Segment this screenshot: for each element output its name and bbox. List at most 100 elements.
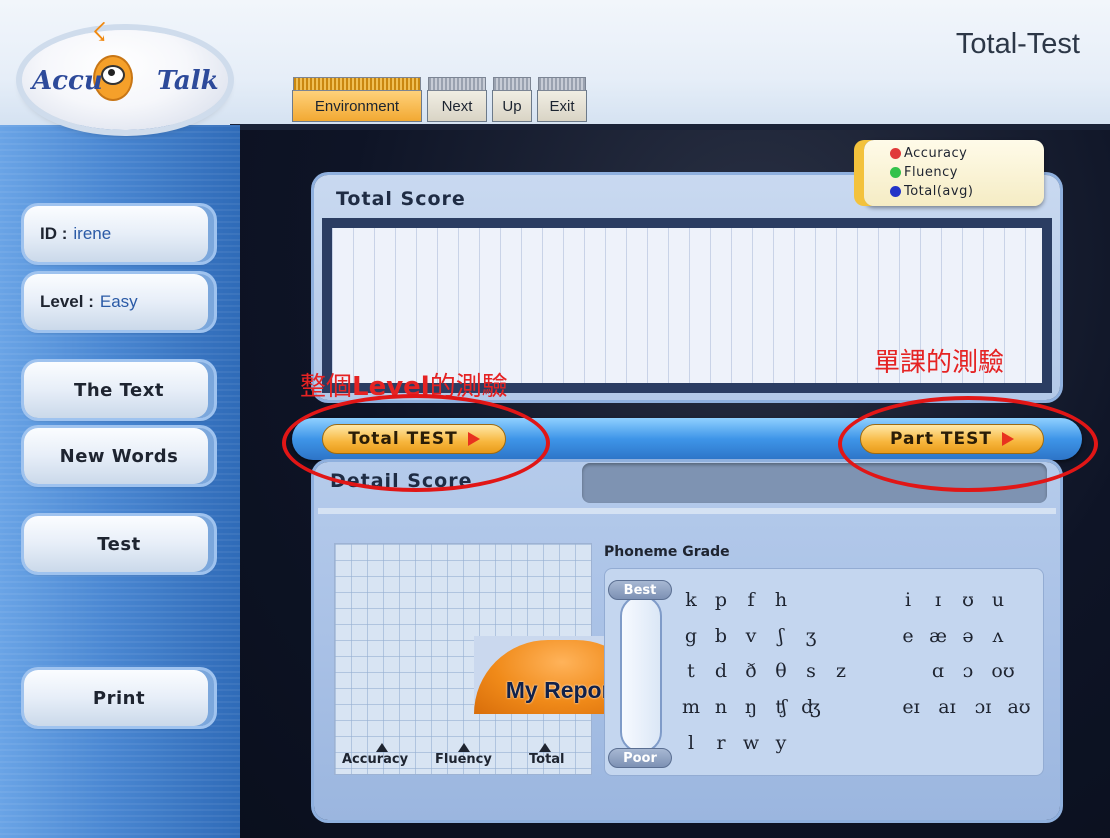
- phoneme-symbol[interactable]: y: [766, 732, 796, 754]
- phoneme-symbol[interactable]: θ: [766, 660, 796, 682]
- phoneme-symbol[interactable]: l: [676, 732, 706, 754]
- total-marker-icon: [539, 743, 551, 752]
- total-dot-icon: [890, 186, 901, 197]
- phoneme-symbol[interactable]: eɪ: [893, 696, 929, 718]
- axis-label-fluency: Fluency: [435, 752, 492, 767]
- fluency-marker-icon: [458, 743, 470, 752]
- consonant-row: tdðθsz: [676, 660, 856, 682]
- phoneme-symbol[interactable]: aɪ: [929, 696, 965, 718]
- phoneme-symbol[interactable]: s: [796, 660, 826, 682]
- menu-tab-environment[interactable]: Environment: [292, 77, 422, 122]
- total-score-heading: Total Score: [336, 188, 466, 210]
- logo-wordmark: Accu Talk: [32, 66, 219, 96]
- menu-tab-label: Environment: [314, 97, 400, 115]
- level-value: Easy: [99, 292, 138, 311]
- phoneme-symbol[interactable]: ʧ: [766, 696, 796, 718]
- phoneme-symbol[interactable]: z: [826, 660, 856, 682]
- phoneme-symbol[interactable]: ʌ: [983, 625, 1013, 647]
- phoneme-symbol[interactable]: m: [676, 696, 706, 718]
- annotation-circle-part: [838, 396, 1098, 492]
- annotation-single-lesson: 單課的測驗: [874, 348, 1005, 378]
- legend-total: Total(avg): [890, 184, 973, 199]
- phoneme-symbol[interactable]: e: [893, 625, 923, 647]
- axis-label-total: Total: [529, 752, 565, 767]
- legend-label: Accuracy: [904, 146, 968, 161]
- consonant-row: kpfh: [676, 589, 796, 611]
- grade-poor-tag: Poor: [608, 748, 672, 768]
- phoneme-symbol[interactable]: ʤ: [796, 696, 826, 718]
- phoneme-grade-heading: Phoneme Grade: [604, 544, 730, 560]
- print-button[interactable]: Print: [24, 670, 214, 726]
- page-title: Total-Test: [955, 28, 1080, 60]
- menu-tab-up[interactable]: Up: [492, 77, 532, 122]
- menu-tab-next[interactable]: Next: [427, 77, 487, 122]
- phoneme-symbol[interactable]: u: [983, 589, 1013, 611]
- phoneme-symbol[interactable]: ʊ: [953, 589, 983, 611]
- phoneme-symbol[interactable]: ʃ: [766, 625, 796, 647]
- new-words-label: New Words: [59, 445, 179, 467]
- annotation-text: 整個: [300, 372, 353, 402]
- phoneme-symbol[interactable]: ɪ: [923, 589, 953, 611]
- phoneme-symbol[interactable]: p: [706, 589, 736, 611]
- phoneme-symbol[interactable]: oʊ: [983, 660, 1023, 682]
- menu-tab-label: Exit: [549, 97, 575, 115]
- test-button[interactable]: Test: [24, 516, 214, 572]
- phoneme-symbol[interactable]: aʊ: [1001, 696, 1037, 718]
- new-words-button[interactable]: New Words: [24, 428, 214, 484]
- phoneme-symbol[interactable]: d: [706, 660, 736, 682]
- axis-label-accuracy: Accuracy: [342, 752, 409, 767]
- id-key: ID :: [40, 224, 68, 243]
- consonant-row: lrwy: [676, 732, 796, 754]
- my-report-label: My Report: [505, 677, 619, 703]
- grade-scale: [620, 595, 662, 753]
- the-text-button[interactable]: The Text: [24, 362, 214, 418]
- phoneme-symbol[interactable]: g: [676, 625, 706, 647]
- user-id-display: ID : irene: [24, 206, 214, 262]
- the-text-label: The Text: [74, 379, 164, 401]
- menu-tab-exit[interactable]: Exit: [537, 77, 587, 122]
- level-display: Level : Easy: [24, 274, 214, 330]
- accuracy-marker-icon: [376, 743, 388, 752]
- phoneme-symbol[interactable]: w: [736, 732, 766, 754]
- legend-accuracy: Accuracy: [890, 146, 967, 161]
- phoneme-symbol[interactable]: i: [893, 589, 923, 611]
- accuracy-dot-icon: [890, 148, 901, 159]
- print-label: Print: [92, 687, 146, 709]
- vowel-row: iɪʊu: [893, 589, 1013, 611]
- phoneme-symbol[interactable]: ɑ: [923, 660, 953, 682]
- annotation-circle-total: [282, 394, 550, 492]
- phoneme-symbol[interactable]: ŋ: [736, 696, 766, 718]
- phoneme-symbol[interactable]: v: [736, 625, 766, 647]
- logo-spark-icon: ☇: [92, 18, 107, 48]
- legend-label: Total(avg): [904, 184, 974, 199]
- test-label: Test: [97, 533, 141, 555]
- phoneme-symbol[interactable]: ʒ: [796, 625, 826, 647]
- consonant-row: gbvʃʒ: [676, 625, 826, 647]
- phoneme-symbol[interactable]: h: [766, 589, 796, 611]
- menu-tab-label: Next: [441, 97, 473, 115]
- legend-fluency: Fluency: [890, 165, 958, 180]
- phoneme-symbol[interactable]: r: [706, 732, 736, 754]
- vowel-row: eæəʌ: [893, 625, 1013, 647]
- phoneme-symbol[interactable]: ð: [736, 660, 766, 682]
- menu-tab-label: Up: [502, 97, 522, 115]
- detail-divider: [318, 508, 1056, 514]
- phoneme-symbol[interactable]: ɔ: [953, 660, 983, 682]
- level-key: Level :: [40, 292, 94, 311]
- grade-best-tag: Best: [608, 580, 672, 600]
- consonant-row: mnŋʧʤ: [676, 696, 826, 718]
- vowel-row: eɪ aɪ ɔɪ aʊ: [893, 696, 1037, 718]
- vowel-row: ɑ ɔ oʊ: [923, 660, 1023, 682]
- phoneme-symbol[interactable]: ə: [953, 625, 983, 647]
- phoneme-symbol[interactable]: t: [676, 660, 706, 682]
- phoneme-symbol[interactable]: k: [676, 589, 706, 611]
- phoneme-symbol[interactable]: f: [736, 589, 766, 611]
- legend-label: Fluency: [904, 165, 958, 180]
- phoneme-symbol[interactable]: ɔɪ: [965, 696, 1001, 718]
- phoneme-symbol[interactable]: n: [706, 696, 736, 718]
- phoneme-symbol[interactable]: b: [706, 625, 736, 647]
- score-legend: Accuracy Fluency Total(avg): [864, 140, 1044, 206]
- fluency-dot-icon: [890, 167, 901, 178]
- phoneme-symbol[interactable]: æ: [923, 625, 953, 647]
- id-value: irene: [73, 224, 112, 243]
